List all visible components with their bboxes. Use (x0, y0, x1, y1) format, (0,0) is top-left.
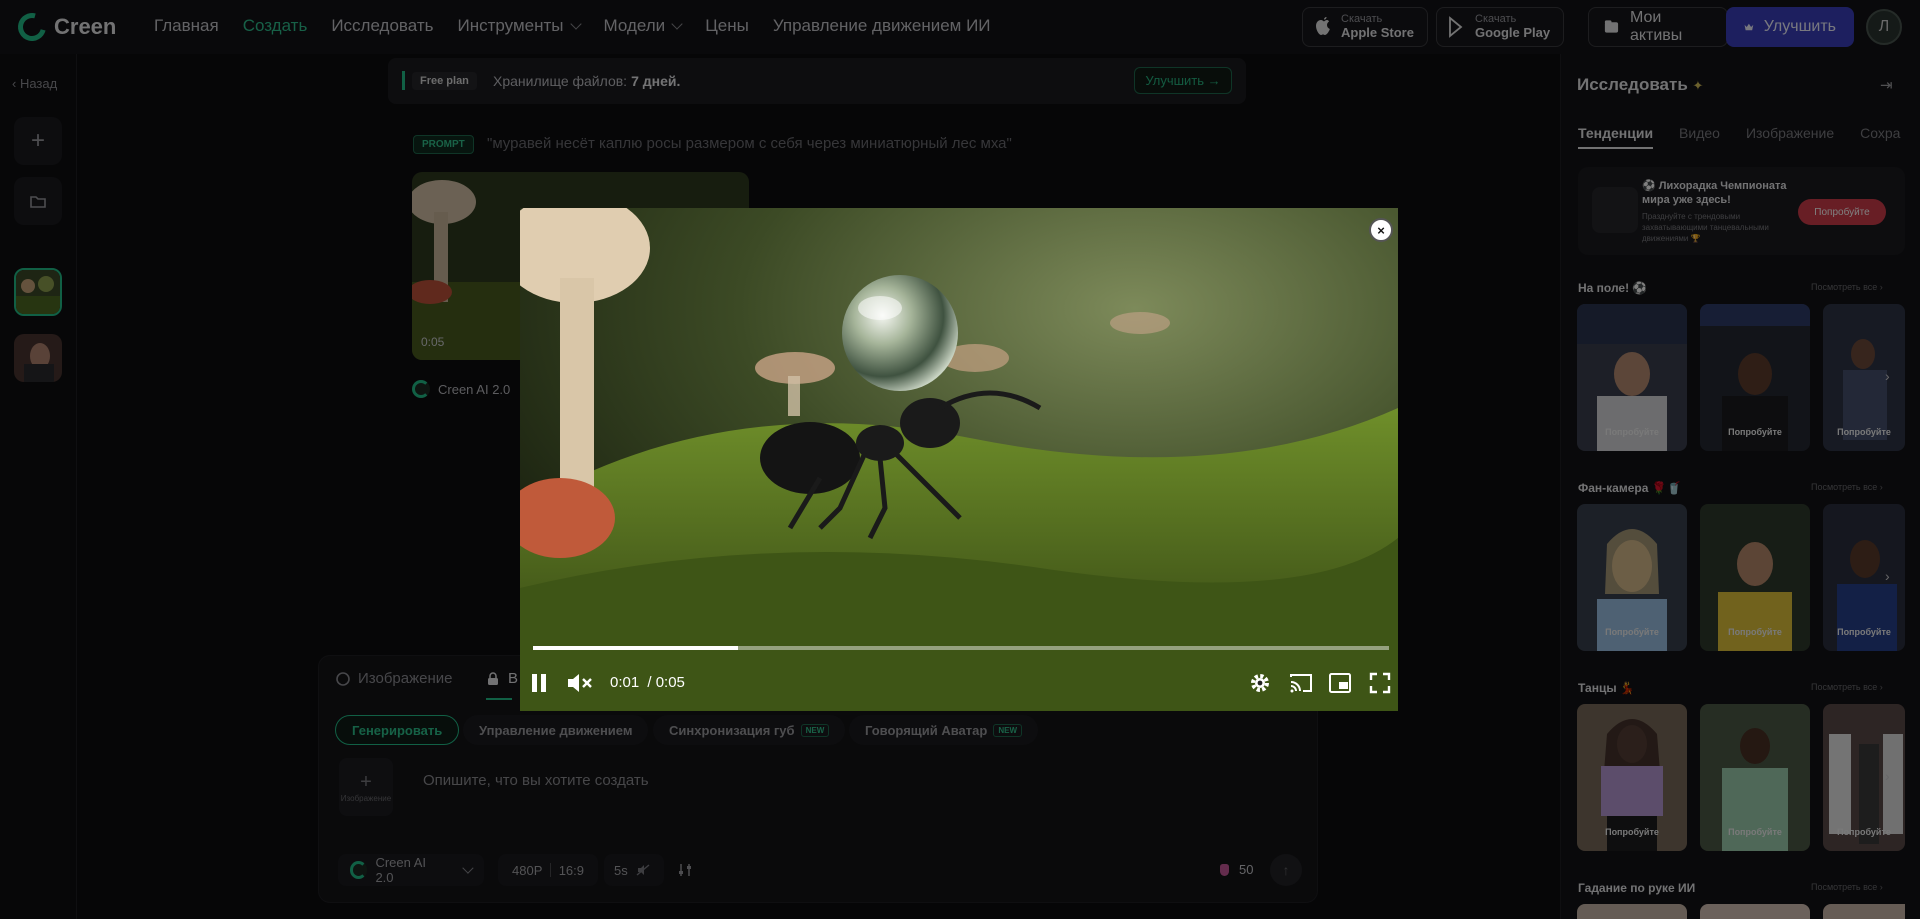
picture-in-picture-button[interactable] (1329, 670, 1351, 696)
video-player[interactable] (520, 208, 1398, 711)
fullscreen-button[interactable] (1369, 670, 1391, 696)
mute-button[interactable] (566, 670, 594, 696)
time-display: 0:01 / 0:05 (610, 674, 685, 691)
video-progress-fill (533, 646, 739, 650)
cast-button[interactable] (1289, 670, 1313, 696)
muted-speaker-icon (568, 674, 592, 692)
pip-icon (1329, 673, 1351, 693)
total-duration: / 0:05 (647, 674, 685, 691)
close-player-button[interactable]: × (1369, 218, 1393, 242)
fullscreen-icon (1369, 672, 1391, 694)
video-frame (520, 208, 1398, 711)
current-time: 0:01 (610, 674, 640, 691)
pause-button[interactable] (528, 670, 550, 696)
close-icon: × (1377, 222, 1385, 238)
cast-icon (1290, 674, 1312, 693)
settings-button[interactable] (1248, 670, 1272, 696)
pause-icon (532, 674, 546, 692)
gear-icon (1251, 674, 1269, 692)
